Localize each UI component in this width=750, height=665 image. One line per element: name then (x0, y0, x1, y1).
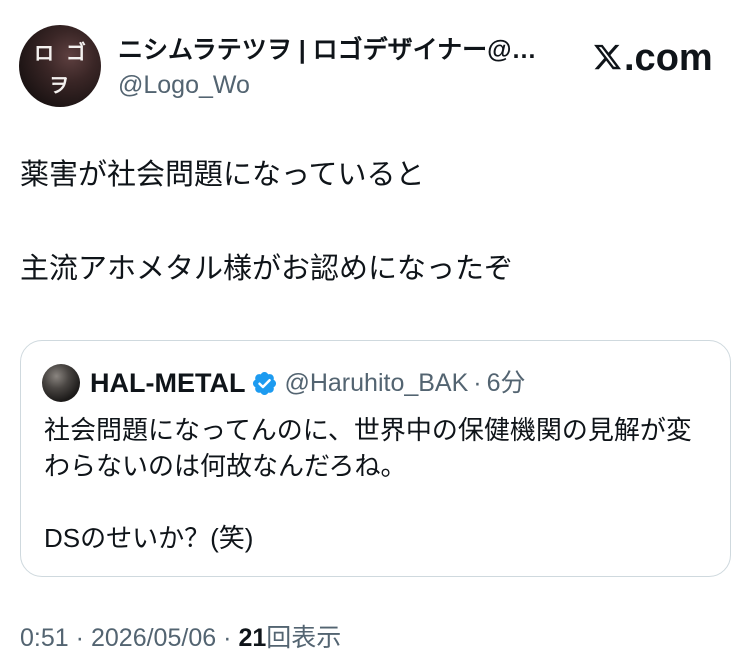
avatar-logo-char: ロ (34, 43, 54, 65)
quoted-author-avatar[interactable] (42, 364, 80, 402)
quoted-text-line: DSのせいか？(笑) (44, 523, 254, 553)
author-display-name[interactable]: ニシムラテツヲ | ロゴデザイナー@… (118, 36, 537, 64)
quoted-tweet-meta: @Haruhito_BAK · 6分 (284, 368, 525, 398)
views-label: 回表示 (266, 624, 342, 652)
tweet-date[interactable]: 2026/05/06 (91, 624, 216, 652)
quoted-tweet-card[interactable]: HAL-METAL @Haruhito_BAK · 6分 社会問題になってんのに、世… (20, 340, 731, 577)
footer-separator: · (223, 624, 232, 652)
tweet-screenshot: ロ ゴ ヲ ニシムラテツヲ | ロゴデザイナー@… @Logo_Wo .com … (0, 0, 750, 665)
tweet-text: 薬害が社会問題になっていると 主流アホメタル様がお認めになったぞ (20, 152, 513, 293)
quoted-tweet-time[interactable]: 6分 (487, 369, 526, 397)
meta-separator: · (473, 369, 482, 397)
quoted-text-line: 社会問題になってんのに、世界中の保健機関の見解が変 (44, 415, 692, 445)
verified-badge-icon (253, 371, 277, 395)
quoted-tweet-text: 社会問題になってんのに、世界中の保健機関の見解が変 わらないのは何故なんだろね。… (44, 412, 692, 556)
brand-mark: .com (592, 38, 713, 78)
tweet-text-line: 薬害が社会問題になっていると (20, 159, 425, 191)
quoted-tweet-header: HAL-METAL @Haruhito_BAK · 6分 (90, 368, 526, 398)
footer-separator: · (75, 624, 84, 652)
author-handle[interactable]: @Logo_Wo (118, 71, 250, 99)
quoted-text-line: わらないのは何故なんだろね。 (44, 451, 407, 481)
author-avatar[interactable]: ロ ゴ ヲ (19, 25, 101, 107)
quoted-author-display-name[interactable]: HAL-METAL (90, 368, 245, 398)
views-count: 21 (238, 624, 267, 652)
tweet-text-line: 主流アホメタル様がお認めになったぞ (20, 253, 514, 285)
brand-domain-suffix: .com (624, 37, 713, 79)
tweet-footer: 0:51 · 2026/05/06 · 21回表示 (20, 623, 341, 653)
x-logo-icon (594, 44, 622, 70)
avatar-logo-char: ゴ (66, 42, 86, 64)
tweet-time[interactable]: 0:51 (20, 624, 69, 652)
avatar-logo-char: ヲ (49, 75, 69, 97)
quoted-author-handle[interactable]: @Haruhito_BAK (284, 369, 468, 397)
